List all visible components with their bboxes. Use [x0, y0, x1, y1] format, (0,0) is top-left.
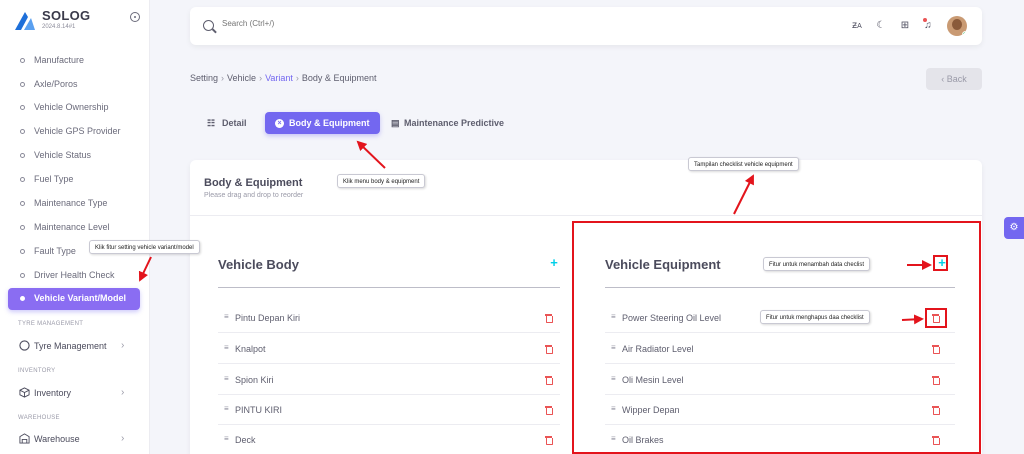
- chevron-right-icon: ›: [121, 340, 125, 351]
- sidebar-item-vehicle-ownership[interactable]: Vehicle Ownership: [0, 97, 150, 119]
- tab-maintenance-predictive[interactable]: ▤ Maintenance Predictive: [391, 112, 504, 134]
- tab-body-equipment[interactable]: × Body & Equipment: [265, 112, 380, 134]
- breadcrumb-current: Body & Equipment: [301, 73, 377, 83]
- sidebar-group-tyre-management[interactable]: Tyre Management ›: [0, 337, 150, 357]
- sidebar-group-inventory[interactable]: Inventory ›: [0, 384, 150, 404]
- close-circle-icon: ×: [275, 119, 284, 128]
- drag-handle-icon[interactable]: ≡: [224, 343, 229, 352]
- circle-icon: [20, 296, 25, 301]
- brand[interactable]: SOLOG 2024.8.14#1: [10, 6, 150, 38]
- sidebar-item-axle-poros[interactable]: Axle/Poros: [0, 74, 150, 96]
- sidebar-item-maintenance-type[interactable]: Maintenance Type: [0, 193, 150, 215]
- section-label-inventory: INVENTORY: [18, 368, 56, 374]
- breadcrumb-vehicle[interactable]: Vehicle: [227, 73, 256, 83]
- trash-icon[interactable]: [545, 345, 553, 354]
- drag-handle-icon[interactable]: ≡: [224, 434, 229, 443]
- section-label-warehouse: WAREHOUSE: [18, 415, 60, 421]
- annotation-menu-note: Klik menu body & equipment: [337, 174, 426, 188]
- tab-detail[interactable]: ☷ Detail: [207, 112, 247, 134]
- breadcrumb-variant[interactable]: Variant: [265, 73, 293, 83]
- sidebar-item-vehicle-status[interactable]: Vehicle Status: [0, 145, 150, 167]
- annotation-highlight-add: [933, 255, 948, 271]
- warehouse-icon: [19, 433, 30, 444]
- chevron-right-icon: ›: [121, 387, 125, 398]
- sidebar-item-maintenance-level[interactable]: Maintenance Level: [0, 217, 150, 239]
- annotation-highlight-equipment: [572, 221, 981, 454]
- list-item[interactable]: ≡ Knalpot: [218, 334, 560, 364]
- solog-logo-icon: [15, 12, 35, 30]
- circle-icon: [20, 177, 25, 182]
- list-item[interactable]: ≡ Pintu Depan Kiri: [218, 303, 560, 333]
- annotation-sidebar-note: Klik fitur setting vehicle variant/model: [89, 240, 200, 254]
- chevron-right-icon: ›: [121, 433, 125, 444]
- circle-icon: [20, 201, 25, 206]
- avatar[interactable]: [947, 16, 967, 36]
- trash-icon[interactable]: [545, 436, 553, 445]
- document-icon: ▤: [391, 118, 400, 128]
- sidebar-group-warehouse[interactable]: Warehouse ›: [0, 430, 150, 450]
- shortcuts-icon[interactable]: ⊞: [898, 19, 912, 33]
- translate-icon[interactable]: ᵶA: [850, 19, 864, 33]
- gear-icon[interactable]: ⚙: [1004, 217, 1024, 239]
- list-item[interactable]: ≡ PINTU KIRI: [218, 395, 560, 425]
- drag-handle-icon[interactable]: ≡: [224, 404, 229, 413]
- drag-handle-icon[interactable]: ≡: [224, 312, 229, 321]
- circle-icon: [20, 273, 25, 278]
- breadcrumb-separator: ›: [259, 73, 263, 83]
- circle-icon: [20, 129, 25, 134]
- circle-icon: [19, 340, 30, 351]
- sidebar-toggle-icon[interactable]: [130, 12, 140, 22]
- search-icon[interactable]: [203, 20, 214, 31]
- search-input[interactable]: [222, 19, 522, 28]
- top-navbar: ᵶA ☾ ⊞ ♫: [190, 7, 982, 45]
- sidebar-item-driver-health-check[interactable]: Driver Health Check: [0, 265, 150, 287]
- circle-icon: [20, 249, 25, 254]
- brand-name: SOLOG: [42, 8, 91, 23]
- annotation-highlight-delete: [925, 308, 947, 328]
- breadcrumb-separator: ›: [295, 73, 299, 83]
- vehicle-body-title: Vehicle Body: [218, 257, 299, 272]
- sidebar-item-manufacture[interactable]: Manufacture: [0, 50, 150, 72]
- trash-icon[interactable]: [545, 314, 553, 323]
- list-item[interactable]: ≡ Deck: [218, 425, 560, 454]
- box-icon: [19, 387, 30, 398]
- breadcrumb-setting[interactable]: Setting: [190, 73, 218, 83]
- trash-icon[interactable]: [545, 376, 553, 385]
- card-header: Body & Equipment Please drag and drop to…: [190, 160, 982, 216]
- chevron-left-icon: ‹: [941, 74, 945, 84]
- sidebar-item-vehicle-gps-provider[interactable]: Vehicle GPS Provider: [0, 121, 150, 143]
- add-vehicle-body-button[interactable]: +: [548, 256, 560, 270]
- circle-icon: [20, 105, 25, 110]
- annotation-add-note: Fitur untuk menambah data checlist: [763, 257, 871, 271]
- circle-icon: [20, 82, 25, 87]
- notification-badge: [923, 18, 927, 22]
- section-label-tyre-management: TYRE MANAGEMENT: [18, 321, 84, 327]
- list-icon: ☷: [207, 118, 216, 128]
- sidebar-item-vehicle-variant-model[interactable]: Vehicle Variant/Model: [8, 288, 140, 310]
- sidebar: SOLOG 2024.8.14#1 Manufacture Axle/Poros…: [0, 0, 150, 454]
- card-subtitle: Please drag and drop to reorder: [204, 192, 304, 199]
- drag-handle-icon[interactable]: ≡: [224, 374, 229, 383]
- annotation-delete-note: Fitur untuk menghapus daa checklist: [760, 310, 870, 324]
- moon-icon[interactable]: ☾: [874, 19, 888, 33]
- breadcrumb: Setting › Vehicle › Variant › Body & Equipment: [190, 73, 376, 83]
- breadcrumb-separator: ›: [221, 73, 225, 83]
- divider: [218, 287, 560, 288]
- circle-icon: [20, 58, 25, 63]
- circle-icon: [20, 225, 25, 230]
- sidebar-item-fuel-type[interactable]: Fuel Type: [0, 169, 150, 191]
- annotation-checklist-note: Tampilan checklist vehicle equipment: [688, 157, 799, 171]
- back-button[interactable]: ‹ Back: [926, 68, 982, 90]
- trash-icon[interactable]: [545, 406, 553, 415]
- brand-version: 2024.8.14#1: [42, 24, 76, 30]
- list-item[interactable]: ≡ Spion Kiri: [218, 365, 560, 395]
- circle-icon: [20, 153, 25, 158]
- card-title: Body & Equipment: [204, 177, 303, 189]
